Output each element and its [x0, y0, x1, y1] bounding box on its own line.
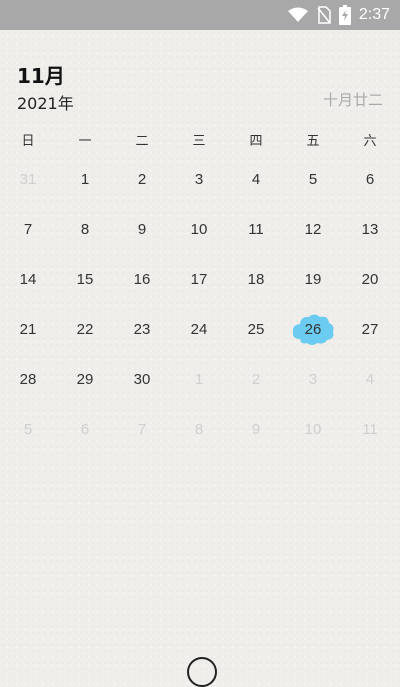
day-cell[interactable]: 11: [236, 211, 276, 247]
day-cell[interactable]: 16: [122, 261, 162, 297]
day-cell[interactable]: 9: [122, 211, 162, 247]
status-bar: 2:37: [0, 0, 400, 30]
day-cell[interactable]: 22: [65, 311, 105, 347]
day-cell[interactable]: 4: [350, 361, 390, 397]
day-cell[interactable]: 1: [65, 161, 105, 197]
day-cell[interactable]: 7: [8, 211, 48, 247]
battery-charging-icon: [338, 5, 351, 25]
day-cell-today[interactable]: 26: [292, 311, 334, 347]
day-cell[interactable]: 10: [293, 411, 333, 447]
day-cell[interactable]: 23: [122, 311, 162, 347]
day-cell[interactable]: 8: [65, 211, 105, 247]
day-cell[interactable]: 27: [350, 311, 390, 347]
day-cell[interactable]: 18: [236, 261, 276, 297]
weekday-label: 六: [363, 134, 377, 149]
weekday-label: 日: [21, 134, 35, 149]
day-cell[interactable]: 9: [236, 411, 276, 447]
day-cell[interactable]: 4: [236, 161, 276, 197]
day-cell[interactable]: 7: [122, 411, 162, 447]
weekday-label: 三: [192, 134, 206, 149]
day-cell[interactable]: 30: [122, 361, 162, 397]
day-cell[interactable]: 24: [179, 311, 219, 347]
day-cell[interactable]: 20: [350, 261, 390, 297]
day-cell[interactable]: 2: [236, 361, 276, 397]
day-cell[interactable]: 2: [122, 161, 162, 197]
day-cell[interactable]: 25: [236, 311, 276, 347]
weekday-label: 四: [249, 134, 263, 149]
weekday-label: 一: [78, 134, 92, 149]
no-sim-icon: [317, 6, 331, 24]
day-cell[interactable]: 12: [293, 211, 333, 247]
wifi-icon: [287, 7, 309, 23]
day-cell[interactable]: 5: [8, 411, 48, 447]
day-cell[interactable]: 10: [179, 211, 219, 247]
day-cell[interactable]: 5: [293, 161, 333, 197]
weekday-label: 五: [306, 134, 320, 149]
day-cell[interactable]: 8: [179, 411, 219, 447]
day-cell[interactable]: 29: [65, 361, 105, 397]
day-cell[interactable]: 31: [8, 161, 48, 197]
year-title: 2021年: [17, 94, 74, 113]
day-cell[interactable]: 15: [65, 261, 105, 297]
day-number: 26: [304, 320, 322, 338]
day-cell[interactable]: 21: [8, 311, 48, 347]
weekday-header-row: 日一二三四五六: [0, 130, 400, 150]
month-title: 11月: [17, 64, 65, 88]
weekday-label: 二: [135, 134, 149, 149]
day-cell[interactable]: 14: [8, 261, 48, 297]
day-cell[interactable]: 1: [179, 361, 219, 397]
day-cell[interactable]: 6: [350, 161, 390, 197]
lunar-date: 十月廿二: [322, 91, 383, 109]
day-cell[interactable]: 3: [293, 361, 333, 397]
day-cell[interactable]: 6: [65, 411, 105, 447]
day-cell[interactable]: 11: [350, 411, 390, 447]
day-cell[interactable]: 13: [350, 211, 390, 247]
status-time: 2:37: [358, 6, 390, 23]
day-cell[interactable]: 3: [179, 161, 219, 197]
day-cell[interactable]: 28: [8, 361, 48, 397]
day-cell[interactable]: 19: [293, 261, 333, 297]
home-indicator[interactable]: [187, 657, 217, 687]
day-cell[interactable]: 17: [179, 261, 219, 297]
